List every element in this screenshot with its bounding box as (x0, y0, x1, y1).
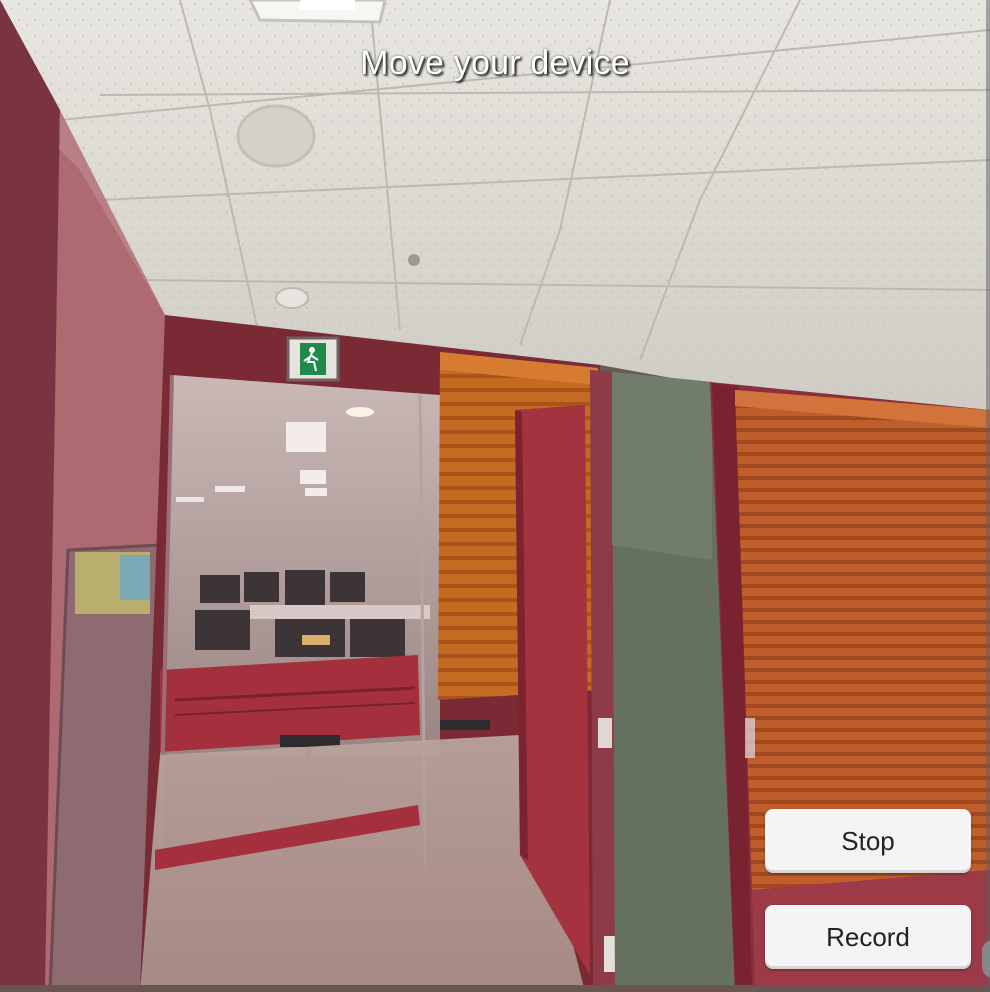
ar-instruction-text: Move your device (360, 44, 630, 82)
record-button[interactable]: Record (765, 905, 971, 969)
emergency-exit-icon (286, 336, 340, 382)
scroll-handle-icon (982, 940, 990, 978)
stop-button[interactable]: Stop (765, 809, 971, 873)
